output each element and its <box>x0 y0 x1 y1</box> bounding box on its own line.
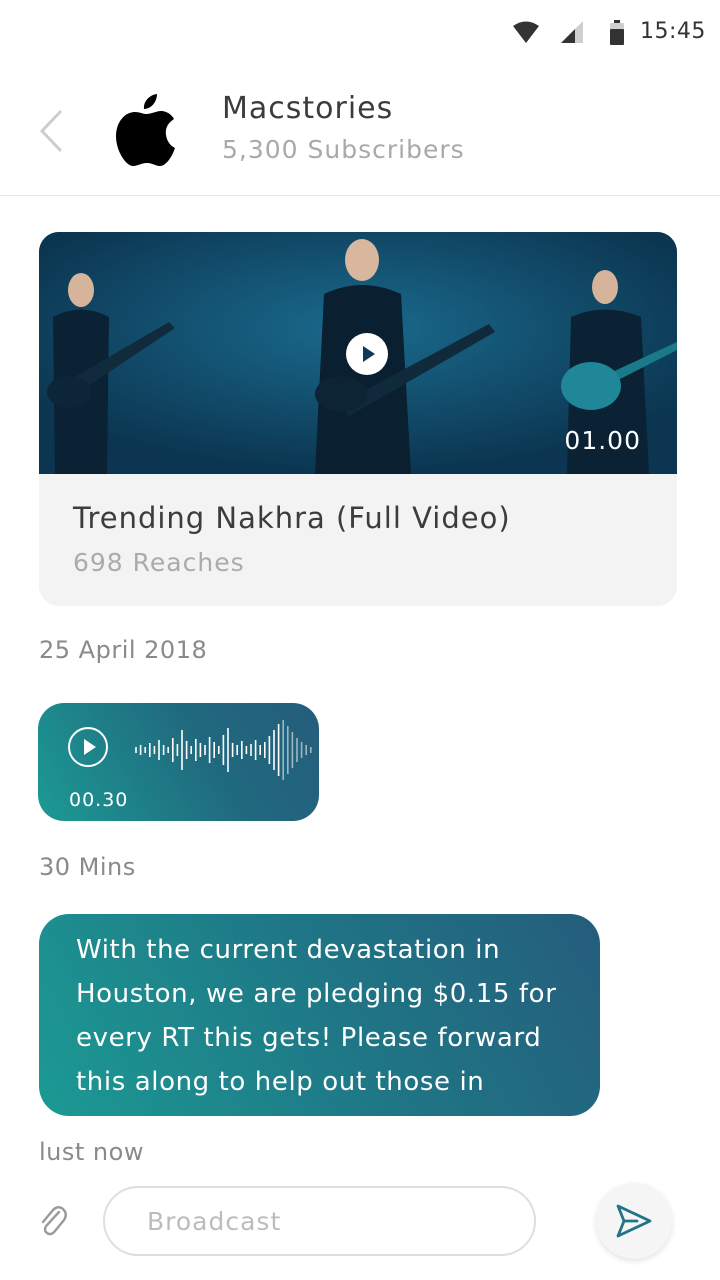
text-message-bubble: With the current devastation in Houston,… <box>39 914 600 1116</box>
video-reach-count: 698 Reaches <box>73 548 245 577</box>
play-icon[interactable] <box>346 333 388 375</box>
channel-header: Macstories 5,300 Subscribers <box>0 64 720 196</box>
status-time: 15:45 <box>640 19 706 44</box>
message-timestamp: 30 Mins <box>39 853 136 881</box>
chevron-left-icon[interactable] <box>36 108 66 154</box>
battery-icon <box>610 20 624 45</box>
video-post-card[interactable]: 01.00 Trending Nakhra (Full Video) 698 R… <box>39 232 677 606</box>
video-duration: 01.00 <box>564 426 641 455</box>
message-timestamp: 25 April 2018 <box>39 636 208 664</box>
wifi-icon <box>513 21 539 43</box>
apple-logo <box>116 94 175 166</box>
subscriber-count: 5,300 Subscribers <box>222 135 465 164</box>
broadcast-input[interactable] <box>103 1186 536 1256</box>
send-button[interactable] <box>596 1183 672 1259</box>
play-circle-icon[interactable] <box>68 727 108 767</box>
text-message-body: With the current devastation in Houston,… <box>76 935 557 1097</box>
voice-message-bubble: 00.30 <box>38 703 319 821</box>
voice-duration: 00.30 <box>69 789 129 811</box>
channel-title: Macstories <box>222 91 394 126</box>
status-bar: 15:45 <box>0 0 720 64</box>
send-icon <box>616 1204 652 1238</box>
video-title[interactable]: Trending Nakhra (Full Video) <box>73 501 511 535</box>
signal-icon <box>561 21 583 43</box>
video-thumbnail[interactable]: 01.00 <box>39 232 677 474</box>
paperclip-icon[interactable] <box>38 1203 68 1237</box>
message-timestamp: lust now <box>39 1138 144 1166</box>
waveform-icon <box>135 720 312 780</box>
